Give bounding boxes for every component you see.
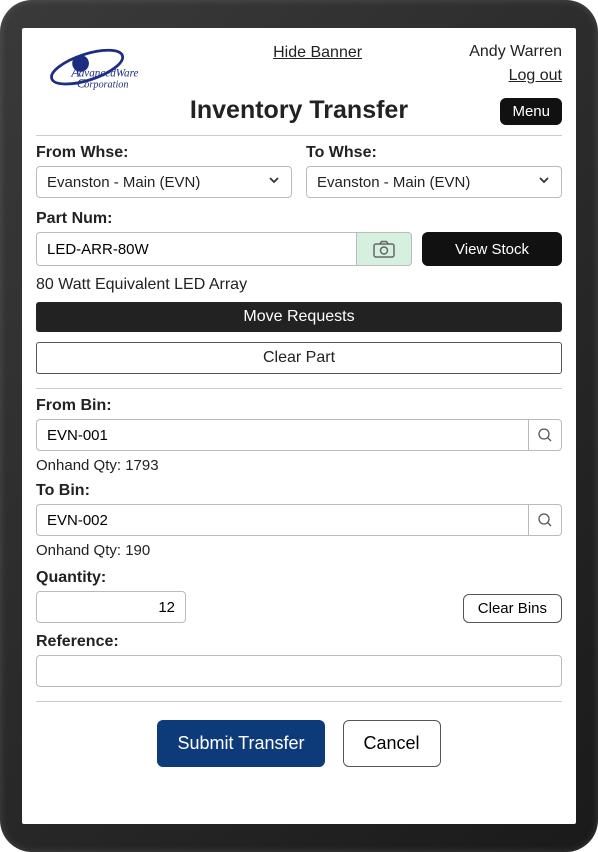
from-whse-label: From Whse:	[36, 144, 292, 162]
page-title: Inventory Transfer	[190, 96, 408, 125]
quantity-input[interactable]	[36, 591, 186, 623]
divider	[36, 388, 562, 389]
quantity-label: Quantity:	[36, 569, 186, 587]
logout-link[interactable]: Log out	[469, 64, 562, 88]
search-icon	[537, 512, 553, 528]
logo: dvancedWare orporation A C	[36, 40, 166, 102]
divider	[36, 135, 562, 136]
cancel-button[interactable]: Cancel	[343, 720, 441, 767]
menu-button[interactable]: Menu	[500, 98, 562, 125]
move-requests-button[interactable]: Move Requests	[36, 302, 562, 332]
submit-transfer-button[interactable]: Submit Transfer	[157, 720, 324, 767]
to-bin-onhand: Onhand Qty: 190	[36, 542, 562, 559]
camera-scan-button[interactable]	[356, 232, 412, 266]
to-bin-input[interactable]	[36, 504, 528, 536]
tablet-frame: dvancedWare orporation A C Hide Banner A…	[0, 0, 598, 852]
from-bin-search-button[interactable]	[528, 419, 562, 451]
to-whse-label: To Whse:	[306, 144, 562, 162]
to-bin-label: To Bin:	[36, 482, 562, 500]
advancedware-logo-icon: dvancedWare orporation A C	[36, 40, 166, 98]
from-whse-select[interactable]: Evanston - Main (EVN)	[36, 166, 292, 198]
part-num-input[interactable]	[36, 232, 356, 266]
to-whse-select[interactable]: Evanston - Main (EVN)	[306, 166, 562, 198]
reference-label: Reference:	[36, 633, 562, 651]
user-name: Andy Warren	[469, 40, 562, 64]
clear-part-button[interactable]: Clear Part	[36, 342, 562, 374]
svg-text:C: C	[77, 76, 86, 91]
view-stock-button[interactable]: View Stock	[422, 232, 562, 266]
part-num-label: Part Num:	[36, 210, 562, 228]
from-whse-value: Evanston - Main (EVN)	[47, 174, 200, 191]
part-description: 80 Watt Equivalent LED Array	[36, 276, 562, 294]
hide-banner-link[interactable]: Hide Banner	[166, 40, 469, 62]
from-bin-input[interactable]	[36, 419, 528, 451]
clear-bins-button[interactable]: Clear Bins	[463, 594, 562, 623]
app-screen: dvancedWare orporation A C Hide Banner A…	[22, 28, 576, 824]
chevron-down-icon	[537, 173, 551, 191]
from-bin-label: From Bin:	[36, 397, 562, 415]
svg-text:orporation: orporation	[84, 80, 128, 91]
to-whse-value: Evanston - Main (EVN)	[317, 174, 470, 191]
divider	[36, 701, 562, 702]
svg-text:dvancedWare: dvancedWare	[79, 67, 139, 79]
camera-icon	[372, 239, 396, 259]
reference-input[interactable]	[36, 655, 562, 687]
chevron-down-icon	[267, 173, 281, 191]
from-bin-onhand: Onhand Qty: 1793	[36, 457, 562, 474]
to-bin-search-button[interactable]	[528, 504, 562, 536]
search-icon	[537, 427, 553, 443]
